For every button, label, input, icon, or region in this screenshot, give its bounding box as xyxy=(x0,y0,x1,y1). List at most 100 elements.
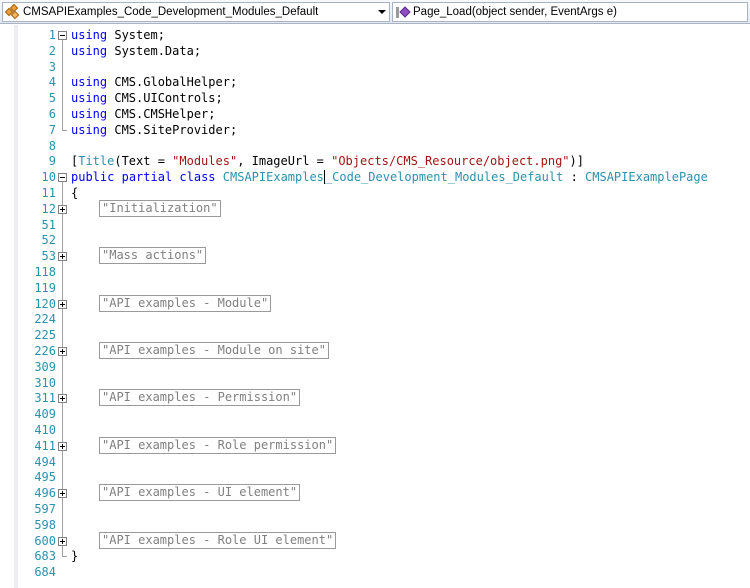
code-line: 7 using CMS.SiteProvider; xyxy=(0,122,750,138)
class-outline-segment xyxy=(62,356,63,395)
line-number: 496 xyxy=(34,486,56,501)
collapsed-region[interactable]: "Initialization" xyxy=(99,199,221,217)
collapse-region-icon[interactable] xyxy=(58,31,67,40)
line-number: 409 xyxy=(34,407,56,422)
expand-region-icon[interactable] xyxy=(58,299,67,309)
code-text: : xyxy=(563,170,586,185)
keyword-token: class xyxy=(179,170,216,185)
collapsed-region[interactable]: "Mass actions" xyxy=(99,247,207,265)
code-line: 494 xyxy=(0,454,750,470)
string-token: "Modules" xyxy=(172,154,238,169)
collapsed-region[interactable]: "API examples - Module on site" xyxy=(99,342,329,359)
code-line: 226 "API examples - Module on site" xyxy=(0,342,750,359)
class-outline-segment xyxy=(62,261,63,300)
expand-region-icon[interactable] xyxy=(58,489,67,499)
class-outline-segment xyxy=(62,545,63,557)
code-line: 119 xyxy=(0,280,750,296)
code-line: 311 "API examples - Permission" xyxy=(0,389,750,407)
line-number: 12 xyxy=(41,201,56,216)
line-number: 311 xyxy=(34,391,56,406)
code-line: 410 xyxy=(0,422,750,438)
line-number: 226 xyxy=(34,344,56,358)
line-number: 3 xyxy=(48,59,56,74)
code-line: 10 public partial class CMSAPIExamples_Co… xyxy=(0,169,750,185)
code-line: 310 xyxy=(0,375,750,391)
class-outline-segment xyxy=(62,213,63,253)
code-text: { xyxy=(71,186,79,200)
line-number: 9 xyxy=(48,154,56,169)
member-dropdown[interactable]: Page_Load(object sender, EventArgs e) xyxy=(392,2,748,22)
code-content: using System.Data; xyxy=(71,43,201,59)
collapsed-region[interactable]: "API examples - UI element" xyxy=(99,484,301,502)
expand-region-icon[interactable] xyxy=(58,441,67,451)
code-text: CMS.UIControls; xyxy=(107,91,223,106)
code-line: 225 xyxy=(0,327,750,343)
line-number: 10 xyxy=(41,170,56,185)
type-token: _Code_Development_Modules_Default xyxy=(324,170,564,185)
code-line: 8 xyxy=(0,138,750,154)
collapse-region-icon[interactable] xyxy=(58,173,67,183)
expand-region-icon[interactable] xyxy=(58,536,67,546)
code-content: using System; xyxy=(71,27,165,43)
line-number: 119 xyxy=(34,280,56,295)
code-line: 51 xyxy=(0,217,750,233)
code-line: 9 [Title(Text = "Modules", ImageUrl = "Ob… xyxy=(0,153,750,169)
expand-region-icon[interactable] xyxy=(58,394,67,404)
class-dropdown-value: CMSAPIExamples_Code_Development_Modules_… xyxy=(23,6,319,18)
line-number: 118 xyxy=(34,265,56,279)
type-token: CMSAPIExamplePage xyxy=(585,170,708,185)
keyword-token: using xyxy=(71,43,108,58)
code-editor[interactable]: 1 using System; 2 using System.Data; 3 4 using… xyxy=(0,25,750,588)
navigation-bar: CMSAPIExamples_Code_Development_Modules_… xyxy=(0,0,750,24)
using-outline-end xyxy=(62,129,67,131)
class-outline-segment xyxy=(62,403,63,442)
expand-region-icon[interactable] xyxy=(58,252,67,262)
code-line: 2 using System.Data; xyxy=(0,43,750,59)
member-dropdown-value: Page_Load(object sender, EventArgs e) xyxy=(413,6,617,18)
line-number: 225 xyxy=(34,328,56,343)
code-line: 597 xyxy=(0,501,750,517)
line-number: 51 xyxy=(41,217,56,232)
class-outline-segment xyxy=(62,450,63,490)
collapsed-region[interactable]: "API examples - Role permission" xyxy=(99,436,337,454)
line-number: 2 xyxy=(48,43,56,58)
code-content: using CMS.GlobalHelper; xyxy=(71,74,237,90)
line-number: 4 xyxy=(48,75,56,90)
line-number: 597 xyxy=(34,502,56,516)
code-text: System; xyxy=(107,28,165,42)
line-number: 52 xyxy=(41,233,56,248)
code-line: 496 "API examples - UI element" xyxy=(0,484,750,502)
code-content: [Title(Text = "Modules", ImageUrl = "Obj… xyxy=(71,153,584,169)
code-line: 1 using System; xyxy=(0,27,750,43)
line-number: 600 xyxy=(34,533,56,548)
code-content: using CMS.CMSHelper; xyxy=(71,106,216,122)
keyword-token: partial xyxy=(121,170,173,185)
code-content: } xyxy=(71,548,78,564)
keyword-token: public xyxy=(71,170,115,185)
code-line: 409 xyxy=(0,406,750,422)
line-number: 1 xyxy=(48,28,56,42)
collapsed-region[interactable]: "API examples - Module" xyxy=(99,294,272,312)
collapsed-region[interactable]: "API examples - Role UI element" xyxy=(99,531,337,549)
code-content: public partial class CMSAPIExamples_Code… xyxy=(71,169,708,185)
expand-region-icon[interactable] xyxy=(58,347,67,356)
collapsed-region[interactable]: "API examples - Permission" xyxy=(99,389,301,407)
line-number: 120 xyxy=(34,296,56,311)
code-text: CMS.GlobalHelper; xyxy=(107,75,238,90)
code-line: 309 xyxy=(0,359,750,375)
code-line: 411 "API examples - Role permission" xyxy=(0,436,750,454)
code-content: using CMS.SiteProvider; xyxy=(71,122,237,138)
expand-region-icon[interactable] xyxy=(58,204,67,214)
code-line: 120 "API examples - Module" xyxy=(0,294,750,312)
line-number: 309 xyxy=(34,359,56,374)
code-line: 3 xyxy=(0,59,750,75)
code-line: 4 using CMS.GlobalHelper; xyxy=(0,74,750,90)
code-text: )] xyxy=(569,154,584,169)
code-text: System.Data; xyxy=(107,43,202,58)
class-dropdown[interactable]: CMSAPIExamples_Code_Development_Modules_… xyxy=(2,2,390,22)
code-line: 495 xyxy=(0,469,750,485)
class-dropdown-arrow[interactable] xyxy=(375,3,389,21)
code-text: } xyxy=(71,549,79,564)
